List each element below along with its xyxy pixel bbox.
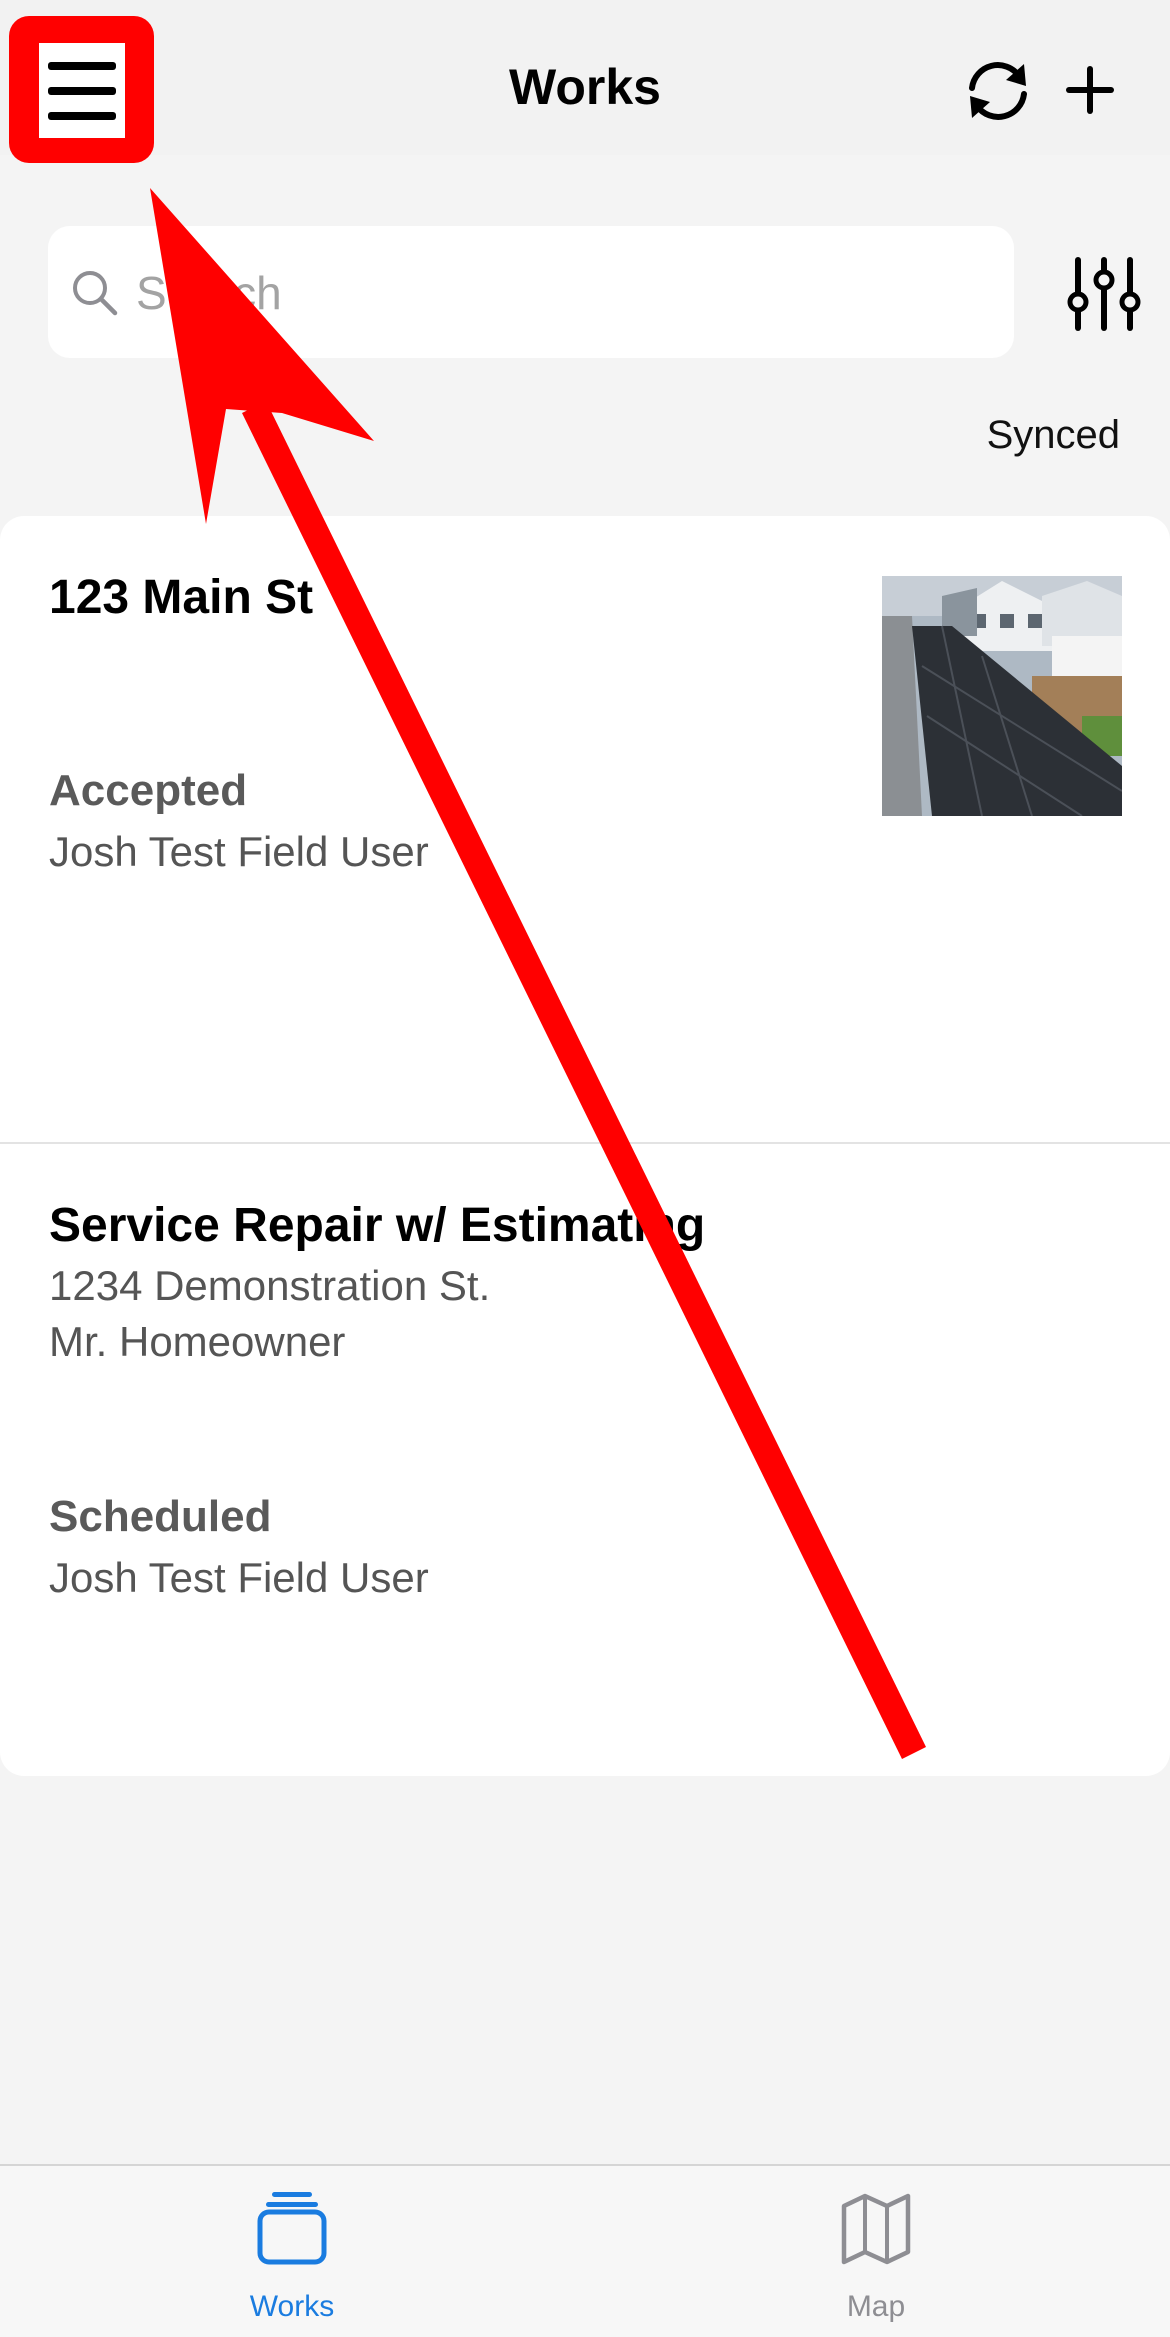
stack-cards-icon xyxy=(257,2192,327,2265)
tab-map-label: Map xyxy=(846,2290,906,2323)
list-item[interactable]: Service Repair w/ Estimating 1234 Demons… xyxy=(0,1146,1170,1776)
search-placeholder: Search xyxy=(136,267,282,319)
sync-icon[interactable] xyxy=(962,58,1034,124)
map-icon xyxy=(841,2193,911,2265)
tab-works[interactable]: Works xyxy=(142,2166,442,2337)
works-screen: Works Search Synced 123 Main St Accepted… xyxy=(0,0,1170,2337)
work-photo[interactable] xyxy=(882,576,1122,816)
works-list: 123 Main St Accepted Josh Test Field Use… xyxy=(0,516,1170,1776)
work-status: Scheduled xyxy=(49,1492,272,1541)
list-item[interactable]: 123 Main St Accepted Josh Test Field Use… xyxy=(0,516,1170,1144)
work-assignee: Josh Test Field User xyxy=(49,1554,429,1601)
plus-icon[interactable] xyxy=(1060,58,1120,124)
sync-status-label: Synced xyxy=(986,413,1120,457)
work-customer: Mr. Homeowner xyxy=(49,1318,346,1365)
tab-works-label: Works xyxy=(249,2290,335,2323)
sliders-icon[interactable] xyxy=(1066,256,1142,332)
nav-bar: Works xyxy=(0,0,1170,163)
work-title: Service Repair w/ Estimating xyxy=(49,1199,706,1252)
work-title: 123 Main St xyxy=(49,571,314,624)
work-address: 1234 Demonstration St. xyxy=(49,1262,491,1309)
work-assignee: Josh Test Field User xyxy=(49,828,429,875)
work-status: Accepted xyxy=(49,766,248,815)
tab-bar: Works Map xyxy=(0,2164,1170,2337)
search-icon xyxy=(70,268,120,318)
tab-map[interactable]: Map xyxy=(726,2166,1026,2337)
